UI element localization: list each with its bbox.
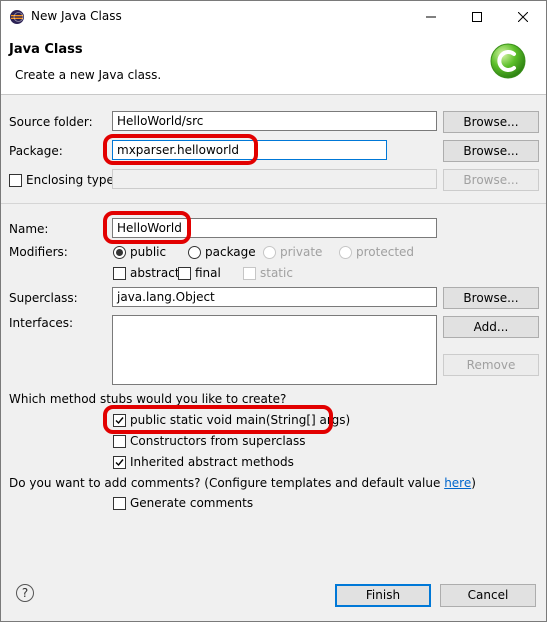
modifier-package-radio[interactable]: package (188, 245, 256, 259)
minimize-button[interactable] (408, 1, 454, 32)
checkmark-icon (115, 458, 124, 466)
comments-question: Do you want to add comments? (Configure … (9, 476, 476, 490)
modifier-public-radio-circle (113, 245, 126, 259)
modifier-public-radio[interactable]: public (113, 245, 166, 259)
stub-constructors-checkbox-box (113, 434, 126, 448)
modifier-private-radio[interactable]: private (263, 245, 322, 259)
close-icon (518, 11, 528, 22)
abstract-checkbox-box (113, 266, 126, 280)
final-checkbox-box (178, 266, 191, 280)
static-label: static (260, 266, 293, 280)
cancel-button[interactable]: Cancel (440, 584, 536, 607)
interfaces-label: Interfaces: (9, 316, 74, 330)
modifier-private-radio-circle (263, 245, 276, 259)
superclass-label: Superclass: (9, 291, 78, 305)
separator (1, 203, 546, 204)
comments-question-suffix: ) (471, 476, 476, 490)
modifier-package-label: package (205, 245, 256, 259)
superclass-browse-button[interactable]: Browse... (443, 287, 539, 309)
modifier-protected-radio-circle (339, 245, 352, 259)
superclass-field[interactable]: java.lang.Object (112, 287, 437, 307)
package-browse-button[interactable]: Browse... (443, 140, 539, 162)
interfaces-list[interactable] (112, 315, 437, 385)
enclosing-type-label: Enclosing type: (26, 173, 118, 187)
static-checkbox-box (243, 266, 256, 280)
source-folder-browse-button[interactable]: Browse... (443, 111, 539, 133)
new-java-class-dialog: New Java Class Java Class Create a new J… (0, 0, 547, 622)
stub-inherited-label: Inherited abstract methods (130, 455, 294, 469)
stub-inherited-checkbox[interactable]: Inherited abstract methods (113, 455, 294, 469)
static-checkbox[interactable]: static (243, 266, 293, 280)
name-label: Name: (9, 222, 49, 236)
main-stub-highlight (103, 405, 333, 434)
help-icon[interactable]: ? (16, 584, 34, 602)
modifier-public-label: public (130, 245, 167, 259)
stub-constructors-label: Constructors from superclass (130, 434, 306, 448)
enclosing-type-field[interactable] (112, 169, 437, 189)
close-button[interactable] (500, 1, 546, 32)
stub-inherited-checkbox-box (113, 455, 126, 469)
page-title: Java Class (9, 42, 83, 57)
interfaces-add-button[interactable]: Add... (443, 316, 539, 338)
modifier-protected-radio[interactable]: protected (339, 245, 414, 259)
wizard-header: Java Class Create a new Java class. (1, 32, 546, 95)
java-class-logo-icon (490, 43, 526, 79)
package-highlight (103, 134, 258, 165)
generate-comments-checkbox-box (113, 496, 126, 510)
abstract-label: abstract (130, 266, 180, 280)
comments-question-prefix: Do you want to add comments? (Configure … (9, 476, 445, 490)
stub-constructors-checkbox[interactable]: Constructors from superclass (113, 434, 306, 448)
page-description: Create a new Java class. (15, 68, 162, 82)
enclosing-type-browse-button[interactable]: Browse... (443, 169, 539, 191)
configure-templates-link[interactable]: here (444, 476, 471, 490)
name-highlight (103, 211, 191, 244)
source-folder-label: Source folder: (9, 115, 93, 129)
enclosing-type-checkbox[interactable]: Enclosing type: (9, 173, 118, 187)
maximize-button[interactable] (454, 1, 500, 32)
modifier-package-radio-circle (188, 245, 201, 259)
maximize-icon (472, 11, 482, 22)
enclosing-type-checkbox-box (9, 173, 22, 187)
source-folder-field[interactable]: HelloWorld/src (112, 111, 437, 131)
interfaces-remove-button[interactable]: Remove (443, 354, 539, 376)
eclipse-icon (10, 10, 24, 24)
modifier-private-label: private (280, 245, 323, 259)
method-stubs-question: Which method stubs would you like to cre… (9, 392, 287, 406)
abstract-checkbox[interactable]: abstract (113, 266, 180, 280)
generate-comments-checkbox[interactable]: Generate comments (113, 496, 253, 510)
title-bar: New Java Class (1, 1, 546, 32)
minimize-icon (426, 16, 436, 17)
generate-comments-label: Generate comments (130, 496, 254, 510)
package-label: Package: (9, 144, 63, 158)
window-title: New Java Class (31, 9, 122, 23)
finish-button[interactable]: Finish (335, 584, 431, 607)
modifiers-label: Modifiers: (9, 245, 68, 259)
final-label: final (195, 266, 221, 280)
modifier-protected-label: protected (356, 245, 415, 259)
final-checkbox[interactable]: final (178, 266, 221, 280)
